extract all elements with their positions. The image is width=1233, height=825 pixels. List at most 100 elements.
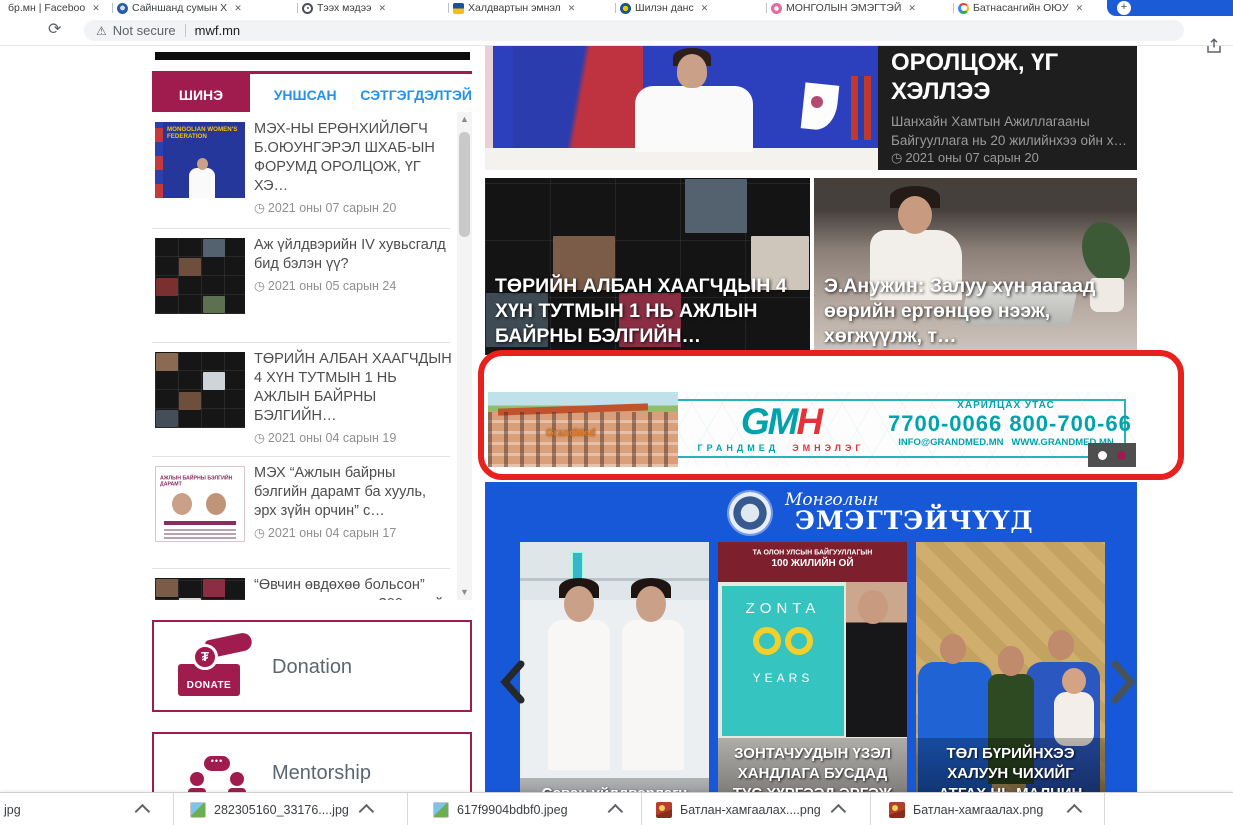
image-file-icon — [190, 802, 206, 818]
chevron-up-icon[interactable] — [1067, 804, 1083, 820]
clock-icon: ◷ — [254, 200, 265, 215]
featured-title: ОРОЛЦОЖ, ҮГ ХЭЛЛЭЭ — [891, 48, 1121, 106]
scroll-down-icon[interactable]: ▼ — [457, 585, 472, 600]
figure-shape — [635, 86, 753, 152]
close-icon[interactable]: ✕ — [701, 3, 709, 14]
ring-shape — [753, 627, 781, 655]
article-card[interactable]: ТӨРИЙН АЛБАН ХААГЧДЫН 4 ХҮН ТУТМЫН 1 НЬ … — [485, 178, 810, 355]
tab-label: Батнасангийн ОЮУ — [973, 2, 1069, 14]
slide-caption: Саван үйлдвэрлэгч “Бүтээгч гэрийн” ххк — [520, 778, 709, 792]
address-bar[interactable]: ⚠ Not secure mwf.mn — [84, 20, 1184, 41]
carousel-dot-active[interactable] — [1098, 451, 1107, 460]
reload-icon[interactable]: ⟳ — [48, 19, 61, 39]
video-tile — [156, 579, 178, 597]
tab-label: МОНГОЛЫН ЭМЭГТЭЙ — [786, 2, 901, 14]
featured-article-photo[interactable] — [485, 46, 878, 170]
download-item[interactable]: 617f9904bdbf0.jpeg — [433, 793, 623, 825]
list-item[interactable]: “Өвчин өвдөхөө больсон” цахим сургалтанд… — [152, 572, 452, 600]
grandmed-ad-banner[interactable]: GrandMed GMH ГРАНДМЕД ЭМНЭЛЭГ ХАРИЛЦАХ У… — [488, 392, 1136, 467]
chevron-up-icon[interactable] — [134, 804, 150, 820]
new-tab-button[interactable]: + — [1117, 1, 1131, 15]
building-windows — [488, 412, 678, 467]
carousel-dot[interactable] — [1117, 451, 1126, 460]
figure-head — [1048, 630, 1074, 660]
close-icon[interactable]: ✕ — [378, 3, 386, 14]
carousel-slide[interactable]: ТА ОЛОН УЛСЫН БАЙГУУЛЛАГЫН 100 ЖИЛИЙН ОЙ… — [718, 542, 907, 792]
carousel-slide[interactable]: Саван үйлдвэрлэгч “Бүтээгч гэрийн” ххк — [520, 542, 709, 792]
clock-icon: ◷ — [254, 278, 265, 293]
carousel-next-button[interactable] — [1111, 660, 1137, 704]
downloads-divider — [407, 793, 408, 825]
tab-facebook[interactable]: бр.мн | Faceboo ✕ — [0, 0, 112, 16]
close-icon[interactable]: ✕ — [234, 3, 242, 14]
chevron-up-icon[interactable] — [607, 804, 623, 820]
list-item[interactable]: АЖЛЫН БАЙРНЫ БЭЛГИЙН ДАРАМТ МЭХ “Ажлын б… — [152, 460, 452, 568]
zonta-years-text: YEARS — [722, 671, 844, 685]
download-filename: Батлан-хамгаалах.png — [913, 803, 1043, 817]
close-icon[interactable]: ✕ — [908, 3, 916, 14]
download-item[interactable]: jpg — [0, 793, 150, 825]
chevron-up-icon[interactable] — [830, 804, 846, 820]
scroll-up-icon[interactable]: ▲ — [457, 112, 472, 127]
tab-new-news[interactable]: ШИНЭ — [152, 74, 250, 115]
video-tile — [203, 296, 225, 313]
tab-haldvartyn[interactable]: Халдвартын эмнэл ✕ — [449, 0, 615, 16]
hospital-building-photo: GrandMed — [488, 392, 678, 467]
tab-teeh-medee[interactable]: Тээх мэдээ ✕ — [298, 0, 448, 16]
chevron-right-icon — [1111, 660, 1137, 704]
close-icon[interactable]: ✕ — [568, 3, 576, 14]
close-icon[interactable]: ✕ — [92, 3, 100, 14]
scrollbar-thumb[interactable] — [459, 132, 470, 237]
news-thumbnail — [155, 352, 245, 428]
figure-head — [940, 634, 966, 664]
downloads-bar: jpg 282305160_33176....jpg 617f9904bdbf0… — [0, 792, 1233, 825]
news-date: ◷2021 оны 04 сарын 17 — [254, 525, 452, 540]
article-card[interactable]: Э.Анужин: Залуу хүн яагаад өөрийн ертөнц… — [814, 178, 1137, 355]
tab-read-news[interactable]: УНШСАН — [250, 74, 360, 115]
video-tile — [203, 239, 225, 257]
list-item[interactable]: Аж үйлдвэрийн IV хувьсгалд бид бэлэн үү?… — [152, 232, 452, 342]
close-icon[interactable]: ✕ — [1076, 3, 1084, 14]
card-title: Э.Анужин: Залуу хүн яагаад өөрийн ертөнц… — [824, 274, 1124, 349]
download-filename: Батлан-хамгаалах....png — [680, 803, 821, 817]
shelf-shape — [520, 578, 709, 581]
list-separator — [152, 342, 450, 343]
downloads-divider — [641, 793, 642, 825]
news-title: Аж үйлдвэрийн IV хувьсгалд бид бэлэн үү? — [254, 236, 452, 274]
donate-icon: DONATE ₮ — [176, 636, 256, 700]
flag-stripe — [155, 122, 163, 198]
download-item[interactable]: Батлан-хамгаалах.png — [889, 793, 1082, 825]
thumb-text: АЖЛЫН БАЙРНЫ БЭЛГИЙН ДАРАМТ — [160, 475, 241, 487]
tab-shilen-dans[interactable]: Шилэн данс ✕ — [616, 0, 766, 16]
tugrik-coin-icon: ₮ — [192, 644, 218, 670]
carousel-prev-button[interactable] — [499, 660, 525, 704]
poster-header-line1: ТА ОЛОН УЛСЫН БАЙГУУЛЛАГЫН — [739, 548, 886, 556]
download-item[interactable]: 282305160_33176....jpg — [190, 793, 374, 825]
featured-article-panel[interactable]: ОРОЛЦОЖ, ҮГ ХЭЛЛЭЭ Шанхайн Хамтын Ажилла… — [878, 46, 1137, 170]
figure-head — [636, 586, 666, 622]
tab-google-search[interactable]: Батнасангийн ОЮУ ✕ — [954, 0, 1104, 16]
carousel-slide[interactable]: ТӨЛ БҮРИЙНХЭЭ ХАЛУУН ЧИХИЙГ АТГАХ НЬ МАЛ… — [916, 542, 1105, 792]
share-icon[interactable] — [1205, 37, 1223, 55]
donation-box[interactable]: DONATE ₮ Donation — [152, 620, 472, 712]
figure-head — [858, 590, 888, 624]
tab-sainshand[interactable]: Сайншанд сумын Х ✕ — [113, 0, 297, 16]
contact-label: ХАРИЛЦАХ УТАС — [888, 400, 1124, 411]
list-scrollbar[interactable]: ▲ ▼ — [457, 112, 472, 600]
video-tile — [203, 372, 225, 390]
downloads-divider — [870, 793, 871, 825]
list-item[interactable]: ТӨРИЙН АЛБАН ХААГЧДЫН 4 ХҮН ТУТМЫН 1 НЬ … — [152, 346, 452, 456]
speaker-photo — [172, 493, 192, 515]
list-item[interactable]: MONGOLIAN WOMEN'S FEDERATION МЭХ-НЫ ЕРӨН… — [152, 116, 452, 228]
banner-contact-block: ХАРИЛЦАХ УТАС 7700-0066 800-700-66 INFO@… — [888, 400, 1124, 448]
chevron-up-icon[interactable] — [358, 804, 374, 820]
video-tile — [179, 392, 201, 410]
tab-label: Тээх мэдээ — [317, 2, 371, 14]
figure-head — [998, 646, 1024, 676]
download-item[interactable]: Батлан-хамгаалах....png — [656, 793, 846, 825]
tab-mongolyn-emegtei[interactable]: МОНГОЛЫН ЭМЭГТЭЙ ✕ — [767, 0, 953, 16]
news-date: ◷2021 оны 05 сарын 24 — [254, 278, 452, 293]
plant-shape — [1082, 222, 1130, 282]
tab-commented-news[interactable]: СЭТГЭГДЭЛТЭЙ — [360, 74, 472, 115]
federation-logo: Монголын ЭМЭГТЭЙЧҮҮД — [485, 490, 1137, 538]
